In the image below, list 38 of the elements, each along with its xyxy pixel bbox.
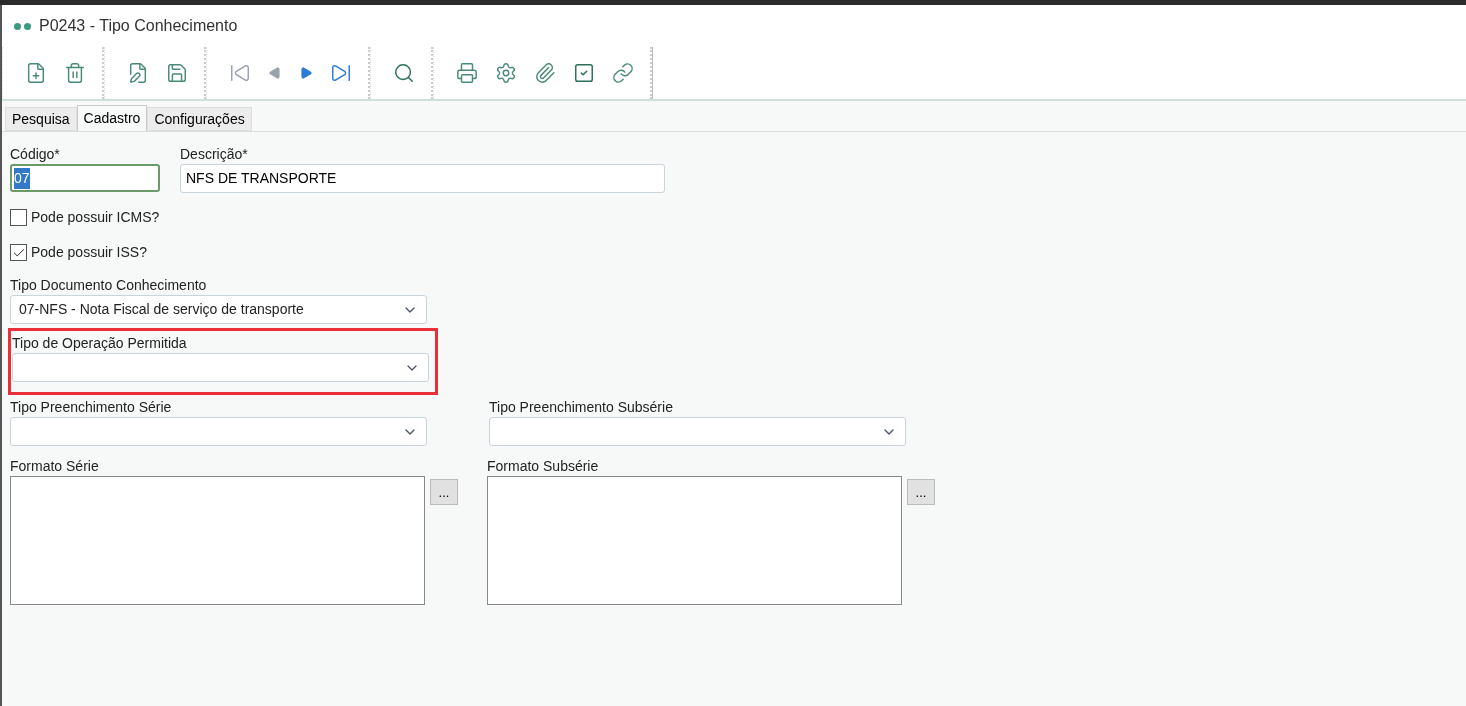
search-icon[interactable]	[393, 62, 415, 84]
window-title: P0243 - Tipo Conhecimento	[39, 16, 238, 36]
trash-icon[interactable]	[64, 62, 86, 84]
input-field[interactable]: 07	[10, 164, 160, 192]
field-label: Código*	[10, 145, 61, 164]
settings-icon[interactable]	[495, 62, 517, 84]
last-record-icon[interactable]	[330, 62, 352, 84]
field-label: Formato Subsérie	[487, 457, 600, 476]
print-icon[interactable]	[456, 62, 478, 84]
new-file-icon[interactable]	[25, 62, 47, 84]
field-label: Descrição*	[180, 145, 249, 164]
checkbox-label: Pode possuir ICMS?	[31, 208, 160, 227]
checkbox-label: Pode possuir ISS?	[31, 243, 147, 262]
checkbox[interactable]	[10, 244, 27, 261]
next-icon[interactable]	[299, 66, 313, 80]
save-icon[interactable]	[166, 62, 188, 84]
text-area[interactable]	[10, 476, 425, 605]
ellipsis-button[interactable]: ...	[907, 479, 935, 505]
status-dots-icon	[14, 22, 31, 30]
field-label: Tipo de Operação Permitida	[12, 334, 188, 353]
tab[interactable]: Configurações	[147, 107, 252, 131]
text-area[interactable]	[487, 476, 902, 605]
tab[interactable]: Pesquisa	[5, 107, 77, 131]
previous-icon[interactable]	[268, 66, 282, 80]
edit-icon[interactable]	[127, 62, 149, 84]
checkbox-icon[interactable]	[573, 62, 595, 84]
input-field[interactable]: NFS DE TRANSPORTE	[180, 164, 665, 193]
paperclip-icon[interactable]	[534, 62, 556, 84]
field-label: Tipo Preenchimento Subsérie	[489, 398, 674, 417]
field-label: Tipo Preenchimento Série	[10, 398, 173, 417]
first-record-icon[interactable]	[229, 62, 251, 84]
field-label: Tipo Documento Conhecimento	[10, 276, 208, 295]
field-label: Formato Série	[10, 457, 100, 476]
ellipsis-button[interactable]: ...	[430, 479, 458, 505]
link-icon[interactable]	[612, 62, 634, 84]
dropdown[interactable]: 07-NFS - Nota Fiscal de serviço de transporte	[10, 295, 427, 324]
checkbox[interactable]	[10, 209, 27, 226]
tab[interactable]: Cadastro	[76, 105, 148, 131]
